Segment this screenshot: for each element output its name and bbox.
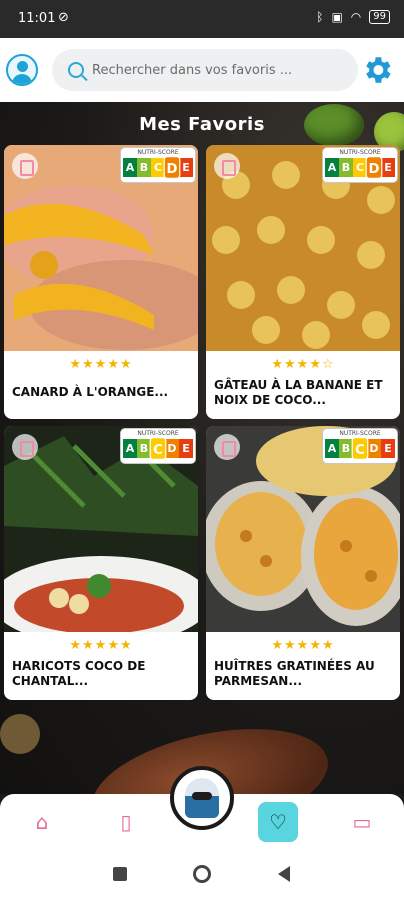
status-bar: 11:01 ⊘ ᛒ ▣ ◠ 99: [0, 0, 404, 38]
page-title: Mes Favoris: [139, 114, 265, 135]
add-to-basket-icon[interactable]: [12, 153, 38, 179]
recipe-title: Haricots coco de Chantal...: [12, 659, 146, 688]
top-bar: [0, 38, 404, 102]
recipe-card[interactable]: NUTRI-SCORE A B C D E ★★★★★ Canard à l'o…: [4, 145, 198, 419]
nav-shopping-list-icon[interactable]: ▭: [344, 804, 380, 840]
nutriscore-badge: NUTRI-SCORE A B C D E: [322, 147, 398, 183]
rating-stars: ★★★★☆: [271, 357, 335, 372]
bluetooth-icon: ᛒ: [316, 10, 324, 24]
chef-mascot-icon: [185, 778, 219, 818]
recipe-title: Gâteau à la banane et noix de coco...: [214, 378, 383, 407]
favorites-area[interactable]: Mes Favoris NUTRI-SCORE A B C D E ★★★★★ …: [0, 102, 404, 794]
nutriscore-badge: NUTRI-SCORE A B C D E: [120, 428, 196, 464]
nutriscore-badge: NUTRI-SCORE A B C D E: [120, 147, 196, 183]
wifi-icon: ◠: [350, 10, 362, 24]
background-spoon: [0, 714, 40, 754]
nav-home-icon[interactable]: ⌂: [24, 804, 60, 840]
nav-fridge-icon[interactable]: ▯: [108, 804, 144, 840]
nav-favorites-heart-icon[interactable]: ♡: [258, 802, 298, 842]
rating-stars: ★★★★★: [69, 638, 133, 653]
search-input[interactable]: [92, 62, 352, 78]
search-bar[interactable]: [52, 49, 358, 91]
recipe-card[interactable]: NUTRI-SCORE A B C D E ★★★★★ Huîtres grat…: [206, 426, 400, 700]
add-to-basket-icon[interactable]: [214, 434, 240, 460]
recipe-title: Huîtres gratinées au parmesan...: [214, 659, 375, 688]
chef-assistant-button[interactable]: [170, 766, 234, 830]
recipe-title: Canard à l'orange...: [12, 385, 169, 399]
add-to-basket-icon[interactable]: [214, 153, 240, 179]
system-navigation-bar: [0, 850, 404, 900]
battery-icon: 99: [369, 10, 390, 24]
status-icons: ᛒ ▣ ◠ 99: [316, 10, 390, 24]
rating-stars: ★★★★★: [271, 638, 335, 653]
recent-apps-icon[interactable]: [113, 867, 127, 881]
status-time: 11:01: [18, 11, 56, 26]
search-icon: [68, 62, 84, 78]
gear-icon[interactable]: [360, 53, 394, 87]
recipe-card[interactable]: NUTRI-SCORE A B C D E ★★★★☆ Gâteau à la …: [206, 145, 400, 419]
add-to-basket-icon[interactable]: [12, 434, 38, 460]
do-not-disturb-icon: ⊘: [58, 10, 69, 25]
home-button-icon[interactable]: [193, 865, 211, 883]
nutriscore-badge: NUTRI-SCORE A B C D E: [322, 428, 398, 464]
sim-icon: ▣: [331, 10, 343, 24]
profile-avatar-icon[interactable]: [6, 54, 38, 86]
back-icon[interactable]: [278, 866, 290, 882]
rating-stars: ★★★★★: [69, 357, 133, 372]
recipe-card[interactable]: NUTRI-SCORE A B C D E ★★★★★ Haricots coc…: [4, 426, 198, 700]
